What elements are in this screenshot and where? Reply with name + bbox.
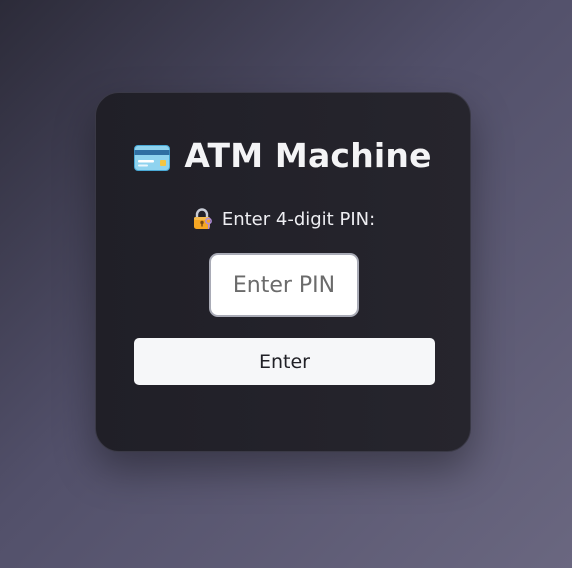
title-row: ATM Machine: [96, 133, 470, 177]
page-title: ATM Machine: [184, 135, 432, 175]
credit-card-icon: [134, 145, 171, 171]
pin-input[interactable]: [209, 253, 359, 317]
atm-card: ATM Machine Enter 4-digit PIN: Enter: [95, 92, 471, 452]
pin-prompt: Enter 4-digit PIN:: [96, 205, 470, 233]
enter-button[interactable]: Enter: [134, 338, 435, 385]
lock-with-key-icon: [191, 208, 213, 230]
pin-label: Enter 4-digit PIN:: [221, 208, 376, 230]
